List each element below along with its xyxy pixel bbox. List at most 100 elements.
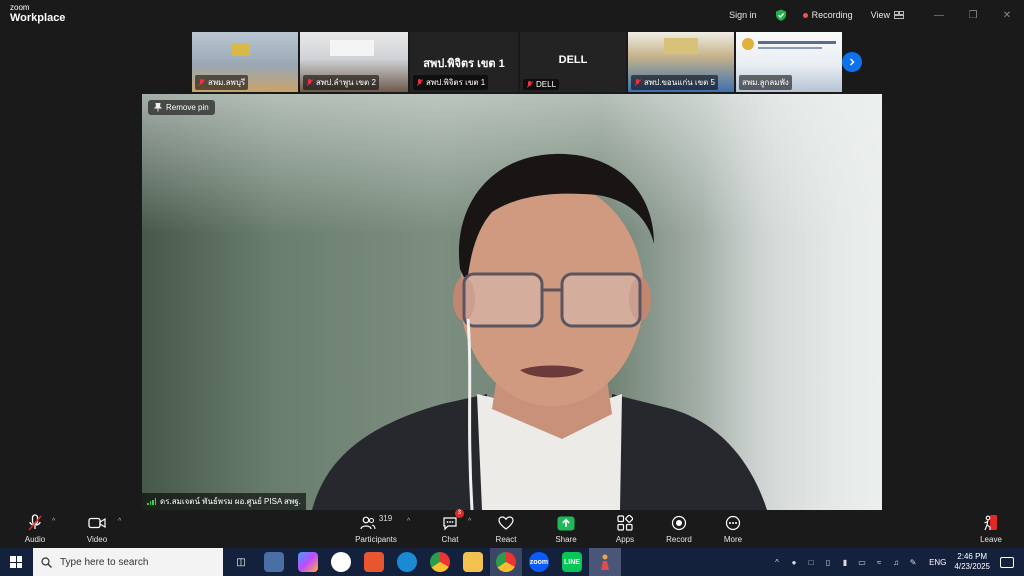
leave-button[interactable]: Leave <box>961 513 1021 544</box>
leave-label: Leave <box>980 535 1002 544</box>
speaker-name-tag: ดร.สมเจตน์ พันธ์พรม ผอ.ศูนย์ PISA สพฐ. <box>142 493 306 510</box>
participants-options-caret[interactable]: ^ <box>407 518 410 525</box>
video-options-caret[interactable]: ^ <box>118 518 121 525</box>
thumbnail-caption: สพม.ลพบุรี <box>195 75 249 90</box>
chat-options-caret[interactable]: ^ <box>468 518 471 525</box>
speaker-figure-icon <box>601 554 609 570</box>
thumbnail-display-name: DELL <box>558 54 588 66</box>
shield-check-icon[interactable] <box>775 9 787 21</box>
usb-icon[interactable]: ▮ <box>838 558 852 567</box>
leave-door-icon <box>984 515 997 531</box>
recording-label: Recording <box>811 10 853 20</box>
audio-options-caret[interactable]: ^ <box>52 518 55 525</box>
presentation-app-icon[interactable] <box>364 552 384 572</box>
minimize-button[interactable]: — <box>922 0 956 30</box>
speaker-video-frame <box>312 153 767 510</box>
logo-small-text: zoom <box>10 3 30 12</box>
apps-grid-icon <box>617 515 633 531</box>
more-label: More <box>723 535 743 544</box>
audio-label: Audio <box>24 535 46 544</box>
participant-thumbnail[interactable]: สพป.ลำพูน เขต 2 <box>300 32 408 92</box>
participants-icon <box>360 516 376 530</box>
thumbnail-name: สพป.พิจิตร เขต 1 <box>426 78 486 87</box>
pinned-app-icon[interactable] <box>595 552 615 572</box>
participant-thumbnail[interactable]: สพป.ขอนแก่น เขต 5 <box>628 32 734 92</box>
task-view-icon[interactable]: ◫ <box>231 552 251 572</box>
mic-muted-icon <box>306 78 313 87</box>
share-label: Share <box>555 535 577 544</box>
signal-bars-icon <box>147 498 156 505</box>
people-icon[interactable]: ● <box>787 558 801 567</box>
copilot-icon[interactable] <box>298 552 318 572</box>
remove-pin-button[interactable]: Remove pin <box>148 100 215 115</box>
input-language[interactable]: ENG <box>929 558 946 567</box>
zoom-logo: zoom Workplace <box>10 4 65 24</box>
title-bar: zoom Workplace Sign in Recording View — … <box>0 0 1024 30</box>
tray-overflow-icon[interactable]: ^ <box>770 558 784 567</box>
notification-center-icon[interactable] <box>1000 556 1014 568</box>
thumbnail-name: สพป.ขอนแก่น เขต 5 <box>644 78 715 87</box>
next-page-button[interactable] <box>842 52 862 72</box>
pen-icon[interactable]: ✎ <box>906 558 920 567</box>
thumbnail-caption: DELL <box>523 79 560 90</box>
chrome-window-icon[interactable] <box>496 552 516 572</box>
battery-icon[interactable]: ▭ <box>855 558 869 567</box>
recording-indicator[interactable]: Recording <box>802 10 853 20</box>
wifi-icon[interactable]: ≈ <box>872 558 886 567</box>
record-button[interactable]: Record <box>649 513 709 544</box>
file-app-icon[interactable] <box>264 552 284 572</box>
windows-start-icon[interactable] <box>10 556 22 568</box>
react-button[interactable]: React <box>476 513 536 544</box>
thumbnail-caption: สพป.ลำพูน เขต 2 <box>303 75 379 90</box>
heart-icon <box>498 516 514 530</box>
chat-unread-badge: 3 <box>454 509 464 518</box>
microphone-icon[interactable]: ▯ <box>821 558 835 567</box>
react-label: React <box>495 535 517 544</box>
participants-button[interactable]: 319 Participants <box>346 513 406 545</box>
participant-thumbnail[interactable]: DELL DELL <box>520 32 626 92</box>
clock-date: 4/23/2025 <box>954 562 990 571</box>
apps-button[interactable]: Apps <box>595 513 655 544</box>
search-placeholder: Type here to search <box>60 556 149 568</box>
chevron-right-icon <box>850 58 855 66</box>
record-icon <box>671 515 687 531</box>
line-app-icon[interactable]: LINE <box>562 552 582 572</box>
edge-browser-icon[interactable] <box>397 552 417 572</box>
more-button[interactable]: More <box>703 513 763 544</box>
participant-thumbnail[interactable]: สพม.ลพบุรี <box>192 32 298 92</box>
speaker-name: ดร.สมเจตน์ พันธ์พรม ผอ.ศูนย์ PISA สพฐ. <box>160 497 301 506</box>
sign-in-link[interactable]: Sign in <box>729 10 757 20</box>
system-tray: ^ ● □ ▯ ▮ ▭ ≈ ♫ ✎ ENG 2:46 PM 4/23/2025 <box>770 548 1024 576</box>
mic-muted-icon <box>526 80 533 89</box>
taskbar-clock[interactable]: 2:46 PM 4/23/2025 <box>954 552 990 572</box>
close-button[interactable]: ✕ <box>990 0 1024 30</box>
thumbnail-display-name: สพป.พิจิตร เขต 1 <box>423 58 505 70</box>
chrome-browser-icon[interactable] <box>430 552 450 572</box>
view-label: View <box>870 10 890 20</box>
participant-thumbnail[interactable]: สพม.ลูกลมพัง <box>736 32 842 92</box>
mic-muted-icon <box>28 514 42 531</box>
zoom-app-icon[interactable]: zoom <box>529 552 549 572</box>
record-label: Record <box>666 535 692 544</box>
participant-thumbnail[interactable]: สพป.พิจิตร เขต 1 สพป.พิจิตร เขต 1 <box>410 32 518 92</box>
file-explorer-icon[interactable] <box>463 552 483 572</box>
mic-muted-icon <box>634 78 641 87</box>
participants-label: Participants <box>355 535 397 544</box>
windows-taskbar: Type here to search ◫ zoom LINE ^ ● □ ▯ … <box>0 548 1024 576</box>
taskbar-search-input[interactable]: Type here to search <box>33 548 223 576</box>
search-icon <box>41 556 52 568</box>
share-button[interactable]: Share <box>536 513 596 544</box>
clock-time: 2:46 PM <box>957 552 988 561</box>
audio-button[interactable]: Audio <box>5 513 65 544</box>
maximize-button[interactable]: ❐ <box>956 0 990 30</box>
thumbnail-strip: สพม.ลพบุรี สพป.ลำพูน เขต 2 สพป.พิจิตร เข… <box>192 32 842 92</box>
pinned-video[interactable]: Remove pin ดร.สมเจตน์ พันธ์พรม ผอ.ศูนย์ … <box>142 94 882 510</box>
chrome-profile-icon[interactable] <box>331 552 351 572</box>
thumbnail-caption: สพป.ขอนแก่น เขต 5 <box>631 75 718 90</box>
view-menu[interactable]: View <box>871 10 904 20</box>
grid-view-icon <box>894 11 904 19</box>
remove-pin-label: Remove pin <box>166 103 209 112</box>
logo-large-text: Workplace <box>10 12 66 24</box>
volume-icon[interactable]: ♫ <box>889 558 903 567</box>
tray-app-icon[interactable]: □ <box>804 558 818 567</box>
